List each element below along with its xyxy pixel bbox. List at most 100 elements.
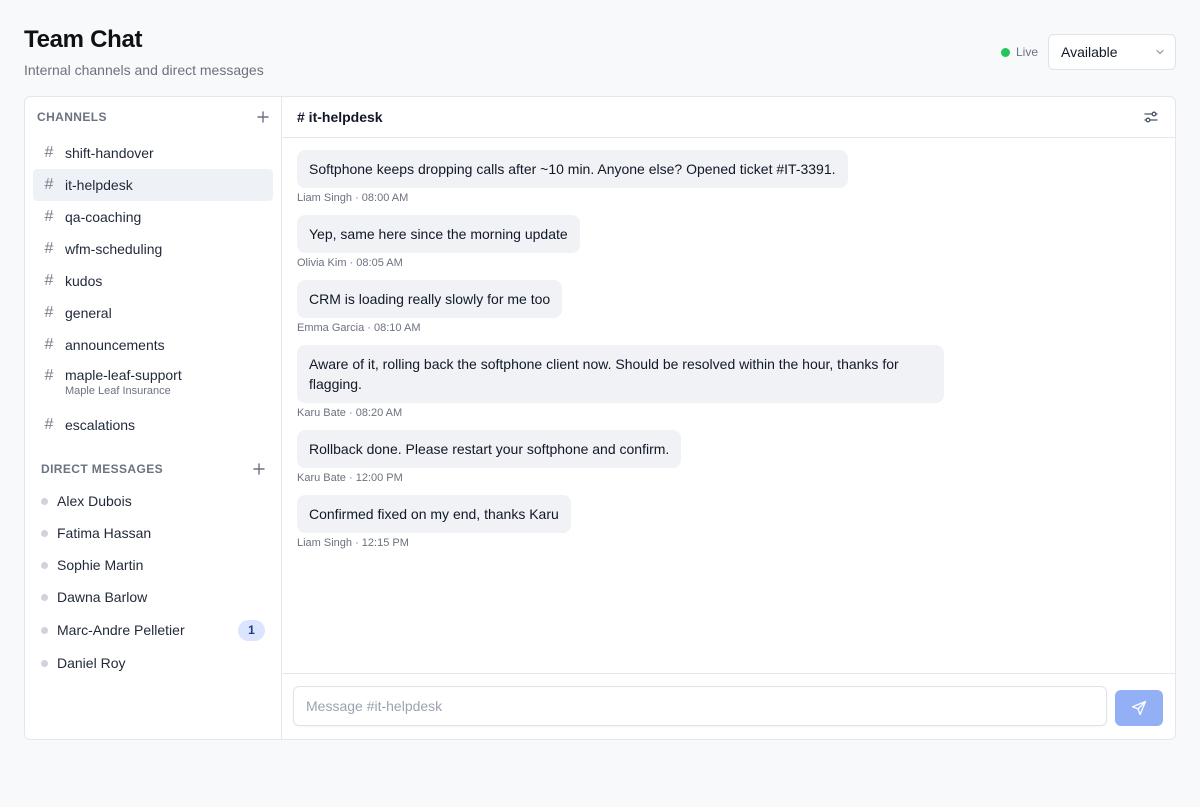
channel-item-it-helpdesk[interactable]: # it-helpdesk [33, 169, 273, 201]
status-value: Available [1061, 44, 1118, 60]
presence-dot-icon [41, 593, 48, 601]
app-header: Team Chat Internal channels and direct m… [24, 24, 1176, 88]
dm-heading: DIRECT MESSAGES [41, 462, 164, 476]
status-select[interactable]: Available [1048, 34, 1176, 70]
live-label: Live [1015, 45, 1038, 59]
add-channel-icon[interactable] [257, 111, 269, 123]
sidebar: CHANNELS # shift-handover # it-helpdesk # qa-… [25, 97, 282, 739]
dm-item[interactable]: Fatima Hassan [33, 517, 273, 549]
channel-item-shift-handover[interactable]: # shift-handover [33, 137, 273, 169]
message: Aware of it, rolling back the softphone … [297, 345, 1160, 419]
sliders-icon [1144, 111, 1158, 123]
channel-item-wfm-scheduling[interactable]: # wfm-scheduling [33, 233, 273, 265]
dm-list: Alex Dubois Fatima Hassan Sophie Martin Daw… [33, 485, 273, 679]
message-input[interactable] [293, 686, 1107, 726]
channel-subtitle: Maple Leaf Insurance [65, 385, 171, 397]
channel-name: kudos [65, 273, 103, 289]
dm-name: Fatima Hassan [57, 525, 152, 541]
hash-icon: # [44, 144, 54, 161]
channel-title: # it-helpdesk [297, 109, 383, 125]
message-bubble: Rollback done. Please restart your softp… [297, 430, 682, 468]
dm-name: Alex Dubois [57, 493, 132, 509]
message-bubble: Softphone keeps dropping calls after ~10… [297, 150, 848, 188]
header-controls: Live Available [1000, 34, 1176, 70]
channel-item-kudos[interactable]: # kudos [33, 265, 273, 297]
channels-heading: CHANNELS [37, 110, 107, 124]
message-list: Softphone keeps dropping calls after ~10… [297, 150, 1160, 560]
hash-icon: # [44, 176, 54, 193]
chevron-down-icon [1156, 49, 1164, 55]
composer [282, 673, 1175, 739]
message-meta: Karu Bate · 08:20 AM [297, 407, 403, 419]
channel-text: general [65, 305, 112, 321]
presence-dot-icon [41, 529, 48, 537]
channel-text: kudos [65, 273, 102, 289]
dm-name: Dawna Barlow [57, 589, 148, 605]
hash-icon: # [44, 367, 54, 384]
message: Confirmed fixed on my end, thanks Karu Li… [297, 495, 1160, 549]
message-meta: Olivia Kim · 08:05 AM [297, 257, 403, 269]
unread-badge: 1 [238, 619, 265, 641]
message-bubble: Aware of it, rolling back the softphone … [297, 345, 944, 403]
send-button[interactable] [1115, 690, 1163, 726]
message-meta: Karu Bate · 12:00 PM [297, 472, 403, 484]
presence-dot-icon [41, 659, 48, 667]
message: Rollback done. Please restart your softp… [297, 430, 1160, 484]
message-meta: Emma Garcia · 08:10 AM [297, 322, 421, 334]
channel-name: announcements [65, 337, 165, 353]
message-meta: Liam Singh · 08:00 AM [297, 192, 409, 204]
message: CRM is loading really slowly for me too E… [297, 280, 1160, 334]
channel-name: wfm-scheduling [65, 241, 163, 257]
channel-text: shift-handover [65, 145, 154, 161]
channel-text: maple-leaf-support Maple Leaf Insurance [65, 367, 182, 397]
channel-view: # it-helpdesk Softphone keeps dropping c… [282, 97, 1175, 739]
message-bubble: CRM is loading really slowly for me too [297, 280, 563, 318]
live-indicator: Live [1000, 45, 1038, 59]
channel-item-maple-leaf-support[interactable]: # maple-leaf-support Maple Leaf Insurance [33, 361, 273, 409]
presence-dot-icon [41, 497, 48, 505]
dm-name: Marc-Andre Pelletier [57, 622, 185, 638]
dm-item[interactable]: Daniel Roy [33, 647, 273, 679]
dm-item[interactable]: Dawna Barlow [33, 581, 273, 613]
presence-dot-icon [41, 626, 48, 634]
channels-header: CHANNELS [37, 107, 269, 127]
hash-icon: # [44, 336, 54, 353]
dm-item[interactable]: Alex Dubois [33, 485, 273, 517]
dm-item[interactable]: Marc-Andre Pelletier 1 [33, 613, 273, 647]
dm-name: Sophie Martin [57, 557, 144, 573]
message-meta: Liam Singh · 12:15 PM [297, 537, 409, 549]
hash-icon: # [44, 240, 54, 257]
channel-item-qa-coaching[interactable]: # qa-coaching [33, 201, 273, 233]
channel-name: it-helpdesk [65, 177, 133, 193]
channel-header: # it-helpdesk [282, 97, 1175, 138]
channel-text: announcements [65, 337, 165, 353]
channel-text: qa-coaching [65, 209, 141, 225]
message-bubble: Confirmed fixed on my end, thanks Karu [297, 495, 571, 533]
chat-panel: CHANNELS # shift-handover # it-helpdesk # qa-… [24, 96, 1176, 740]
dm-item[interactable]: Sophie Martin [33, 549, 273, 581]
channel-item-escalations[interactable]: # escalations [33, 409, 273, 441]
live-dot-icon [1000, 47, 1010, 57]
channel-name: qa-coaching [65, 209, 142, 225]
hash-icon: # [44, 416, 54, 433]
add-dm-icon[interactable] [253, 463, 265, 475]
message: Softphone keeps dropping calls after ~10… [297, 150, 1160, 204]
channel-text: wfm-scheduling [65, 241, 162, 257]
app-title: Team Chat [24, 26, 143, 53]
app-subtitle: Internal channels and direct messages [24, 62, 264, 78]
channel-list: # shift-handover # it-helpdesk # qa-coaching #… [33, 137, 273, 441]
channel-settings-button[interactable] [1141, 107, 1161, 127]
channel-name: shift-handover [65, 145, 154, 161]
hash-icon: # [44, 272, 54, 289]
channel-text: escalations [65, 417, 135, 433]
channel-item-general[interactable]: # general [33, 297, 273, 329]
channel-name: general [65, 305, 112, 321]
presence-dot-icon [41, 561, 48, 569]
send-icon [1131, 700, 1147, 716]
hash-icon: # [44, 208, 54, 225]
channel-item-announcements[interactable]: # announcements [33, 329, 273, 361]
message-bubble: Yep, same here since the morning update [297, 215, 580, 253]
message: Yep, same here since the morning update O… [297, 215, 1160, 269]
dm-name: Daniel Roy [57, 655, 126, 671]
dm-header: DIRECT MESSAGES [41, 459, 265, 479]
